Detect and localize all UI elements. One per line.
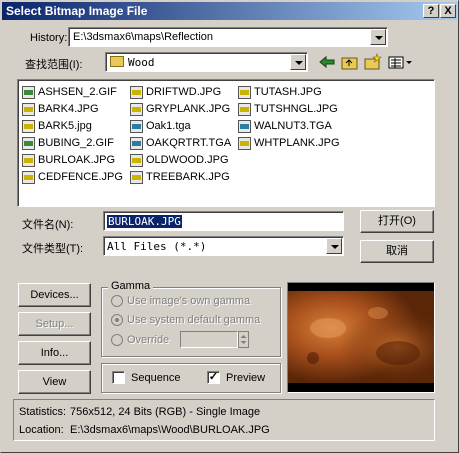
jpg-file-icon [238,85,251,99]
gamma-title: Gamma [108,280,154,292]
sequence-label: Sequence [131,372,181,384]
file-name: Oak1.tga [146,120,191,132]
file-item[interactable]: DRIFTWD.JPG [130,84,221,100]
file-item[interactable]: BARK4.JPG [22,101,99,117]
gamma-spinner [238,331,249,348]
jpg-file-icon [22,102,35,116]
gamma-override-input [180,331,238,348]
jpg-file-icon [130,153,143,167]
view-menu-icon[interactable] [387,53,413,71]
gamma-system-radio [111,314,123,326]
select-bitmap-dialog: Select Bitmap Image File ? X History: E:… [0,0,459,453]
tga-file-icon [130,119,143,133]
file-name: DRIFTWD.JPG [146,86,222,98]
file-item[interactable]: WALNUT3.TGA [238,118,332,134]
file-item[interactable]: OLDWOOD.JPG [130,152,229,168]
file-name: TUTASH.JPG [254,86,322,98]
file-name: WALNUT3.TGA [254,120,332,132]
jpg-file-icon [130,102,143,116]
file-item[interactable]: BUBING_2.GIF [22,135,114,151]
gif-file-icon [22,85,35,99]
preview-label: Preview [226,372,266,384]
file-name: BUBING_2.GIF [38,137,114,149]
view-button[interactable]: View [18,370,91,394]
filetype-combo[interactable]: All Files (*.*) [103,236,344,256]
file-item[interactable]: TREEBARK.JPG [130,169,230,185]
gamma-override-label: Override [127,334,170,346]
history-dropdown-arrow[interactable] [370,29,386,45]
file-name: BARK5.jpg [38,120,92,132]
filename-label: 文件名(N): [22,219,74,231]
lookin-value: Wood [128,56,155,69]
jpg-file-icon [22,153,35,167]
gamma-system-label: Use system default gamma [127,314,261,326]
location-label: Location: [19,424,64,436]
file-item[interactable]: TUTASH.JPG [238,84,322,100]
file-item[interactable]: Oak1.tga [130,118,191,134]
back-arrow-icon[interactable] [317,53,337,71]
gif-file-icon [22,136,35,150]
devices-button[interactable]: Devices... [18,283,91,307]
statistics-value: 756x512, 24 Bits (RGB) - Single Image [70,406,261,418]
gamma-own-radio [111,295,123,307]
close-button[interactable]: X [440,4,456,18]
filename-input[interactable]: BURLOAK.JPG [103,211,344,231]
title-bar: Select Bitmap Image File ? X [2,2,457,20]
file-item[interactable]: ASHSEN_2.GIF [22,84,117,100]
statistics-label: Statistics: [19,406,67,418]
filetype-value: All Files (*.*) [107,240,207,253]
file-list[interactable]: ASHSEN_2.GIF BARK4.JPG BARK5.jpg BUBING_2.G… [17,79,435,207]
file-name: GRYPLANK.JPG [146,103,231,115]
up-folder-icon[interactable] [340,53,360,71]
help-button[interactable]: ? [423,4,439,18]
file-name: BARK4.JPG [38,103,99,115]
filetype-dropdown-arrow[interactable] [326,238,342,254]
file-name: WHTPLANK.JPG [254,137,340,149]
gamma-override-radio [111,334,123,346]
jpg-file-icon [22,119,35,133]
file-item[interactable]: WHTPLANK.JPG [238,135,340,151]
history-label: History: [30,32,68,44]
preview-thumbnail [287,282,435,393]
filename-value: BURLOAK.JPG [107,215,182,228]
file-item[interactable]: OAKQRTRT.TGA [130,135,231,151]
jpg-file-icon [130,85,143,99]
file-name: TREEBARK.JPG [146,171,230,183]
file-name: TUTSHNGL.JPG [254,103,338,115]
jpg-file-icon [130,170,143,184]
cancel-button[interactable]: 取消 [360,240,434,263]
info-button[interactable]: Info... [18,341,91,365]
file-name: BURLOAK.JPG [38,154,116,166]
file-item[interactable]: TUTSHNGL.JPG [238,101,338,117]
lookin-dropdown-arrow[interactable] [290,54,306,70]
file-item[interactable]: BARK5.jpg [22,118,92,134]
gamma-own-label: Use image's own gamma [127,295,251,307]
lookin-label: 查找范围(I): [25,59,83,71]
tga-file-icon [238,119,251,133]
file-name: CEDFENCE.JPG [38,171,123,183]
lookin-combo[interactable]: Wood [105,52,308,72]
preview-checkbox[interactable]: ✓ [207,371,220,384]
file-item[interactable]: GRYPLANK.JPG [130,101,230,117]
open-button[interactable]: 打开(O) [360,210,434,233]
sequence-checkbox[interactable] [112,371,125,384]
setup-button: Setup... [18,312,91,336]
folder-icon [110,56,124,67]
history-value: E:\3dsmax6\maps\Reflection [73,31,214,43]
window-title: Select Bitmap Image File [6,4,148,18]
jpg-file-icon [238,102,251,116]
filetype-label: 文件类型(T): [22,243,84,255]
new-folder-icon[interactable] [363,53,383,71]
jpg-file-icon [22,170,35,184]
burl-wood-image [288,291,434,383]
file-item[interactable]: CEDFENCE.JPG [22,169,123,185]
location-value: E:\3dsmax6\maps\Wood\BURLOAK.JPG [70,424,270,436]
file-name: OAKQRTRT.TGA [146,137,232,149]
file-item[interactable]: BURLOAK.JPG [22,152,115,168]
file-name: ASHSEN_2.GIF [38,86,117,98]
jpg-file-icon [238,136,251,150]
tga-file-icon [130,136,143,150]
file-name: OLDWOOD.JPG [146,154,229,166]
history-combo[interactable]: E:\3dsmax6\maps\Reflection [68,27,388,47]
